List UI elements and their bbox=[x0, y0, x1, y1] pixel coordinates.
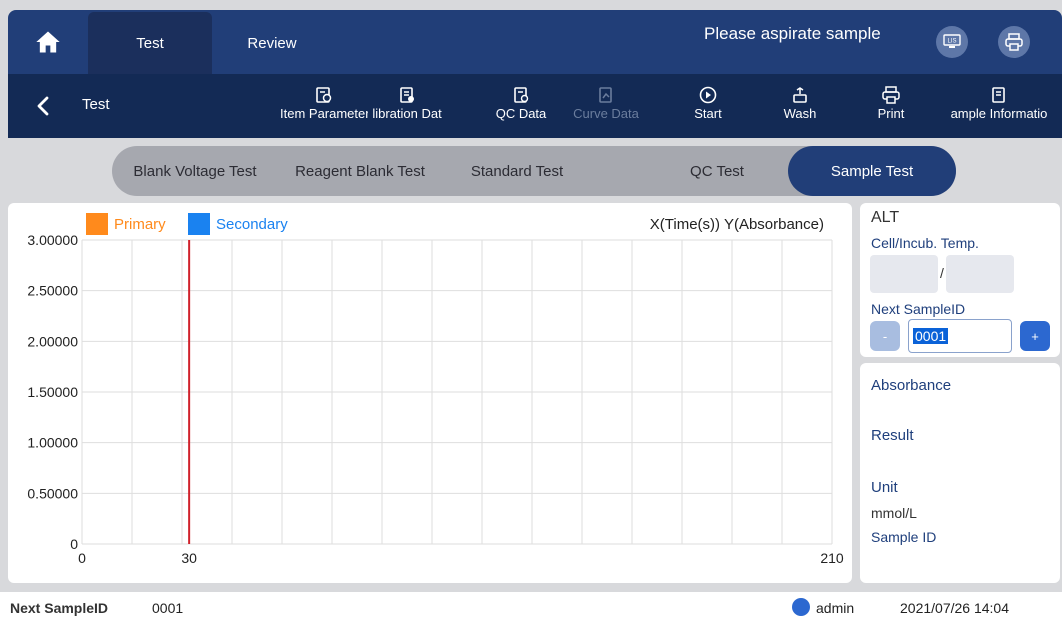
status-message: Please aspirate sample bbox=[704, 24, 881, 43]
decrement-sample-button[interactable]: - bbox=[870, 321, 900, 351]
item-info-panel: ALT Cell/Incub. Temp. / Next SampleID - … bbox=[860, 203, 1060, 357]
header-print-button[interactable] bbox=[998, 26, 1030, 58]
qc-data-icon bbox=[514, 87, 529, 103]
axis-caption: X(Time(s)) Y(Absorbance) bbox=[650, 216, 824, 233]
tab-sample-test[interactable]: Sample Test bbox=[788, 146, 956, 196]
absorbance-label: Absorbance bbox=[871, 377, 952, 394]
y-tick-label: 2.50000 bbox=[27, 283, 78, 299]
unit-label: Unit bbox=[871, 479, 898, 496]
curve-data-icon bbox=[599, 87, 612, 103]
svg-text:LIS: LIS bbox=[947, 39, 956, 45]
toolbar: Test Item Parameter libration Dat QC Dat… bbox=[8, 74, 1062, 138]
tab-standard-test[interactable]: Standard Test bbox=[442, 146, 592, 196]
qc-data-button[interactable]: QC Data bbox=[486, 86, 556, 121]
user-name[interactable]: admin bbox=[816, 600, 854, 616]
sample-information-label: ample Informatio bbox=[950, 106, 1048, 121]
sample-info-icon bbox=[992, 87, 1005, 103]
start-button[interactable]: Start bbox=[680, 86, 736, 121]
status-footer: Next SampleID 0001 admin 2021/07/26 14:0… bbox=[0, 592, 1062, 621]
lis-icon: LIS bbox=[943, 34, 961, 48]
top-header: Test Review Please aspirate sample LIS bbox=[8, 10, 1062, 74]
temp-label: Cell/Incub. Temp. bbox=[871, 235, 979, 251]
qc-data-label: QC Data bbox=[495, 106, 547, 121]
calibration-data-label: libration Dat bbox=[372, 106, 442, 121]
tab-review[interactable]: Review bbox=[210, 12, 334, 74]
wash-label: Wash bbox=[783, 106, 817, 121]
print-icon bbox=[882, 86, 900, 104]
curve-data-button[interactable]: Curve Data bbox=[568, 86, 644, 121]
tab-test[interactable]: Test bbox=[88, 12, 212, 74]
sample-information-button[interactable]: ample Informatio bbox=[936, 86, 1062, 121]
home-button[interactable] bbox=[8, 10, 88, 74]
incub-temp-field bbox=[946, 255, 1014, 293]
next-sample-id-value: 0001 bbox=[913, 328, 949, 344]
item-name: ALT bbox=[871, 209, 900, 226]
x-tick-label: 30 bbox=[181, 550, 197, 566]
wash-button[interactable]: Wash bbox=[772, 86, 828, 121]
y-tick-label: 2.00000 bbox=[27, 333, 78, 349]
printer-icon bbox=[1005, 33, 1023, 51]
legend-swatch bbox=[188, 213, 210, 235]
sample-id-label: Sample ID bbox=[871, 529, 937, 545]
next-sample-id-input[interactable]: 0001 bbox=[908, 319, 1012, 353]
toolbar-title: Test bbox=[82, 96, 110, 113]
calibration-icon bbox=[400, 87, 414, 103]
unit-value: mmol/L bbox=[871, 505, 917, 521]
datetime: 2021/07/26 14:04 bbox=[900, 600, 1009, 616]
home-icon bbox=[36, 31, 60, 53]
print-label: Print bbox=[877, 106, 905, 121]
curve-data-label: Curve Data bbox=[573, 106, 639, 121]
footer-next-sample-label: Next SampleID bbox=[10, 600, 109, 616]
cell-temp-field bbox=[870, 255, 938, 293]
legend-label: Primary bbox=[114, 216, 166, 233]
y-tick-label: 0 bbox=[70, 536, 78, 552]
y-tick-label: 1.00000 bbox=[27, 435, 78, 451]
y-tick-label: 0.50000 bbox=[27, 485, 78, 501]
next-sample-label: Next SampleID bbox=[871, 301, 966, 317]
x-tick-label: 210 bbox=[820, 550, 844, 566]
start-label: Start bbox=[694, 106, 722, 121]
tab-reagent-blank-test[interactable]: Reagent Blank Test bbox=[278, 146, 442, 196]
item-parameter-icon bbox=[316, 87, 332, 103]
temp-separator: / bbox=[940, 265, 944, 281]
y-tick-label: 1.50000 bbox=[27, 384, 78, 400]
user-icon bbox=[792, 598, 810, 616]
footer-next-sample-value: 0001 bbox=[152, 600, 184, 616]
reaction-chart: 0 0.50000 1.00000 1.50000 2.00000 2.50000 3.00… bbox=[27, 213, 844, 566]
print-button[interactable]: Print bbox=[864, 86, 918, 121]
item-parameter-label: Item Parameter bbox=[280, 106, 368, 121]
y-tick-label: 3.00000 bbox=[27, 232, 78, 248]
wash-icon bbox=[793, 87, 807, 103]
tab-qc-test[interactable]: QC Test bbox=[632, 146, 802, 196]
back-arrow-icon[interactable] bbox=[32, 94, 56, 118]
test-type-selector: Blank Voltage Test Reagent Blank Test St… bbox=[112, 146, 956, 196]
result-label: Result bbox=[871, 427, 914, 444]
x-tick-label: 0 bbox=[78, 550, 86, 566]
start-icon bbox=[699, 86, 717, 104]
lis-button[interactable]: LIS bbox=[936, 26, 968, 58]
calibration-data-button[interactable]: libration Dat bbox=[368, 86, 446, 121]
legend-label: Secondary bbox=[216, 216, 288, 233]
item-parameter-button[interactable]: Item Parameter bbox=[280, 86, 368, 121]
legend-swatch bbox=[86, 213, 108, 235]
result-panel: Absorbance Result Unit mmol/L Sample ID bbox=[860, 363, 1060, 583]
tab-blank-voltage-test[interactable]: Blank Voltage Test bbox=[112, 146, 278, 196]
reaction-chart-panel: 0 0.50000 1.00000 1.50000 2.00000 2.50000 3.00… bbox=[8, 203, 852, 583]
increment-sample-button[interactable]: + bbox=[1020, 321, 1050, 351]
